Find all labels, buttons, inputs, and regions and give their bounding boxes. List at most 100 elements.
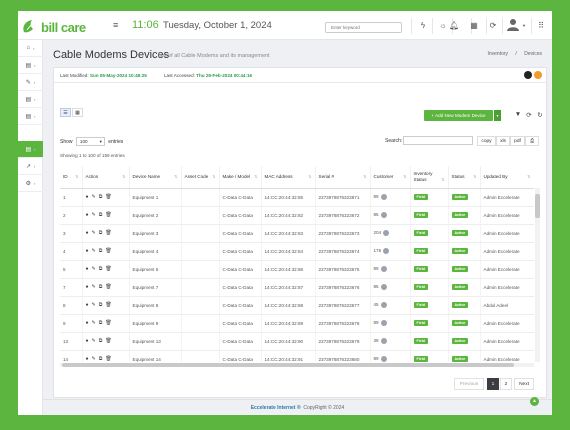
column-header[interactable]: Updated By ⇅: [480, 166, 534, 189]
duplicate-icon[interactable]: ⧉: [99, 212, 103, 218]
table-row[interactable]: 14 ● ✎ ⧉ 🗑︎ Equipment 14 C-Data C-Data 14:CC:20…: [60, 350, 534, 362]
customer-icon[interactable]: [380, 302, 387, 308]
column-header[interactable]: Status ⇅: [448, 166, 481, 189]
sun-icon[interactable]: ☼: [438, 21, 448, 30]
customer-icon[interactable]: [380, 356, 387, 362]
duplicate-icon[interactable]: ⧉: [99, 302, 103, 308]
customer-icon[interactable]: [383, 248, 390, 254]
print-icon[interactable]: ⎙: [525, 136, 539, 146]
info-icon[interactable]: [524, 71, 532, 79]
cell-customer[interactable]: 89: [370, 188, 411, 207]
cell-customer[interactable]: 89: [370, 314, 411, 333]
duplicate-icon[interactable]: ⧉: [99, 356, 103, 362]
column-header[interactable]: Inventory Status ⇅: [410, 166, 449, 189]
delete-icon[interactable]: 🗑︎: [105, 320, 111, 326]
pagination-page-1[interactable]: 1: [487, 378, 499, 390]
column-header[interactable]: Action ⇅: [82, 166, 130, 189]
duplicate-icon[interactable]: ⧉: [99, 248, 103, 254]
duplicate-icon[interactable]: ⧉: [99, 338, 103, 344]
delete-icon[interactable]: 🗑︎: [105, 302, 111, 308]
cell-customer[interactable]: 38: [370, 332, 411, 351]
info-icon[interactable]: ●: [86, 302, 89, 308]
info-icon[interactable]: ●: [86, 320, 89, 326]
xls-button[interactable]: xls: [496, 136, 510, 146]
edit-icon[interactable]: ✎: [92, 230, 96, 236]
sidebar-item-list-3[interactable]: ▤ ›: [18, 108, 43, 125]
info-icon[interactable]: ●: [86, 212, 89, 218]
edit-icon[interactable]: ✎: [92, 302, 96, 308]
breadcrumb-inventory[interactable]: Inventory: [487, 51, 508, 57]
column-header[interactable]: Device Name ⇅: [129, 166, 182, 189]
page-length-select[interactable]: 100 ▾: [75, 137, 105, 146]
grid-icon[interactable]: ▦: [469, 21, 479, 30]
sidebar-item-home[interactable]: ⌂ ›: [18, 40, 43, 57]
grid-view-button[interactable]: ▦: [72, 108, 83, 117]
edit-icon[interactable]: ✎: [92, 284, 96, 290]
column-header[interactable]: ID ⇅: [60, 166, 83, 189]
duplicate-icon[interactable]: ⧉: [99, 230, 103, 236]
chevron-down-icon[interactable]: ▼: [519, 23, 529, 28]
column-header[interactable]: Serial # ⇅: [315, 166, 371, 189]
scroll-top-button[interactable]: ▲: [530, 397, 539, 406]
filter-icon[interactable]: ▼: [513, 111, 523, 118]
edit-icon[interactable]: ✎: [92, 338, 96, 344]
add-options-caret-icon[interactable]: ▾: [494, 110, 501, 121]
customer-icon[interactable]: [380, 266, 387, 272]
pagination-next[interactable]: Next: [514, 378, 534, 390]
column-header[interactable]: Customer ⇅: [370, 166, 411, 189]
app-logo[interactable]: bill care: [21, 18, 101, 35]
pagination-page-2[interactable]: 2: [500, 378, 512, 390]
table-search-input[interactable]: [403, 136, 473, 145]
info-icon[interactable]: ●: [86, 356, 89, 362]
delete-icon[interactable]: 🗑︎: [105, 248, 111, 254]
menu-toggle-icon[interactable]: ≡: [113, 20, 118, 30]
duplicate-icon[interactable]: ⧉: [99, 266, 103, 272]
delete-icon[interactable]: 🗑︎: [105, 230, 111, 236]
customer-icon[interactable]: [383, 230, 390, 236]
cell-customer[interactable]: 204: [370, 224, 411, 243]
edit-icon[interactable]: ✎: [92, 212, 96, 218]
info-icon[interactable]: ●: [86, 248, 89, 254]
add-modem-button[interactable]: + Add New Modem Device: [424, 110, 493, 121]
table-row[interactable]: 9 ● ✎ ⧉ 🗑︎ Equipment 9 C-Data C-Data 14:CC:20:4…: [60, 314, 534, 333]
table-row[interactable]: 5 ● ✎ ⧉ 🗑︎ Equipment 5 C-Data C-Data 14:CC:20:4…: [60, 260, 534, 279]
table-row[interactable]: 1 ● ✎ ⧉ 🗑︎ Equipment 1 C-Data C-Data 14:CC:20:4…: [60, 188, 534, 207]
sync-icon[interactable]: ⟳: [488, 21, 498, 30]
column-header[interactable]: Make / Model ⇅: [219, 166, 262, 189]
customer-icon[interactable]: [380, 194, 387, 200]
sidebar-item-list-2[interactable]: ▤ ›: [18, 91, 43, 108]
scrollbar-thumb[interactable]: [62, 363, 514, 367]
reload-icon[interactable]: ↻: [535, 111, 545, 119]
edit-icon[interactable]: ✎: [92, 248, 96, 254]
sidebar-item-reports[interactable]: ↗ ›: [18, 158, 43, 175]
customer-icon[interactable]: [380, 284, 387, 290]
user-avatar-icon[interactable]: [507, 18, 519, 34]
apps-icon[interactable]: ⠿: [536, 21, 546, 30]
edit-icon[interactable]: ✎: [92, 356, 96, 362]
delete-icon[interactable]: 🗑︎: [105, 194, 111, 200]
column-header[interactable]: MAC Address ⇅: [261, 166, 316, 189]
sidebar-item-list[interactable]: ▤ ›: [18, 57, 43, 74]
table-row[interactable]: 13 ● ✎ ⧉ 🗑︎ Equipment 13 C-Data C-Data 14:CC:20…: [60, 332, 534, 351]
horizontal-scrollbar[interactable]: [60, 363, 534, 367]
scrollbar-thumb[interactable]: [535, 194, 540, 218]
table-row[interactable]: 4 ● ✎ ⧉ 🗑︎ Equipment 4 C-Data C-Data 14:CC:20:4…: [60, 242, 534, 261]
table-row[interactable]: 3 ● ✎ ⧉ 🗑︎ Equipment 3 C-Data C-Data 14:CC:20:4…: [60, 224, 534, 243]
delete-icon[interactable]: 🗑︎: [105, 266, 111, 272]
cell-customer[interactable]: 89: [370, 350, 411, 362]
duplicate-icon[interactable]: ⧉: [99, 284, 103, 290]
cell-customer[interactable]: 176: [370, 242, 411, 261]
customer-icon[interactable]: [380, 320, 387, 326]
list-view-button[interactable]: ☰: [60, 108, 71, 117]
cell-customer[interactable]: 85: [370, 278, 411, 297]
duplicate-icon[interactable]: ⧉: [99, 320, 103, 326]
delete-icon[interactable]: 🗑︎: [105, 338, 111, 344]
refresh-icon[interactable]: ⟳: [524, 111, 534, 119]
info-icon[interactable]: ●: [86, 284, 89, 290]
edit-icon[interactable]: ✎: [92, 266, 96, 272]
cell-customer[interactable]: 89: [370, 260, 411, 279]
bolt-icon[interactable]: ϟ: [418, 21, 428, 30]
edit-icon[interactable]: ✎: [92, 320, 96, 326]
pagination-previous[interactable]: Previous: [454, 378, 484, 390]
customer-icon[interactable]: [380, 212, 387, 218]
